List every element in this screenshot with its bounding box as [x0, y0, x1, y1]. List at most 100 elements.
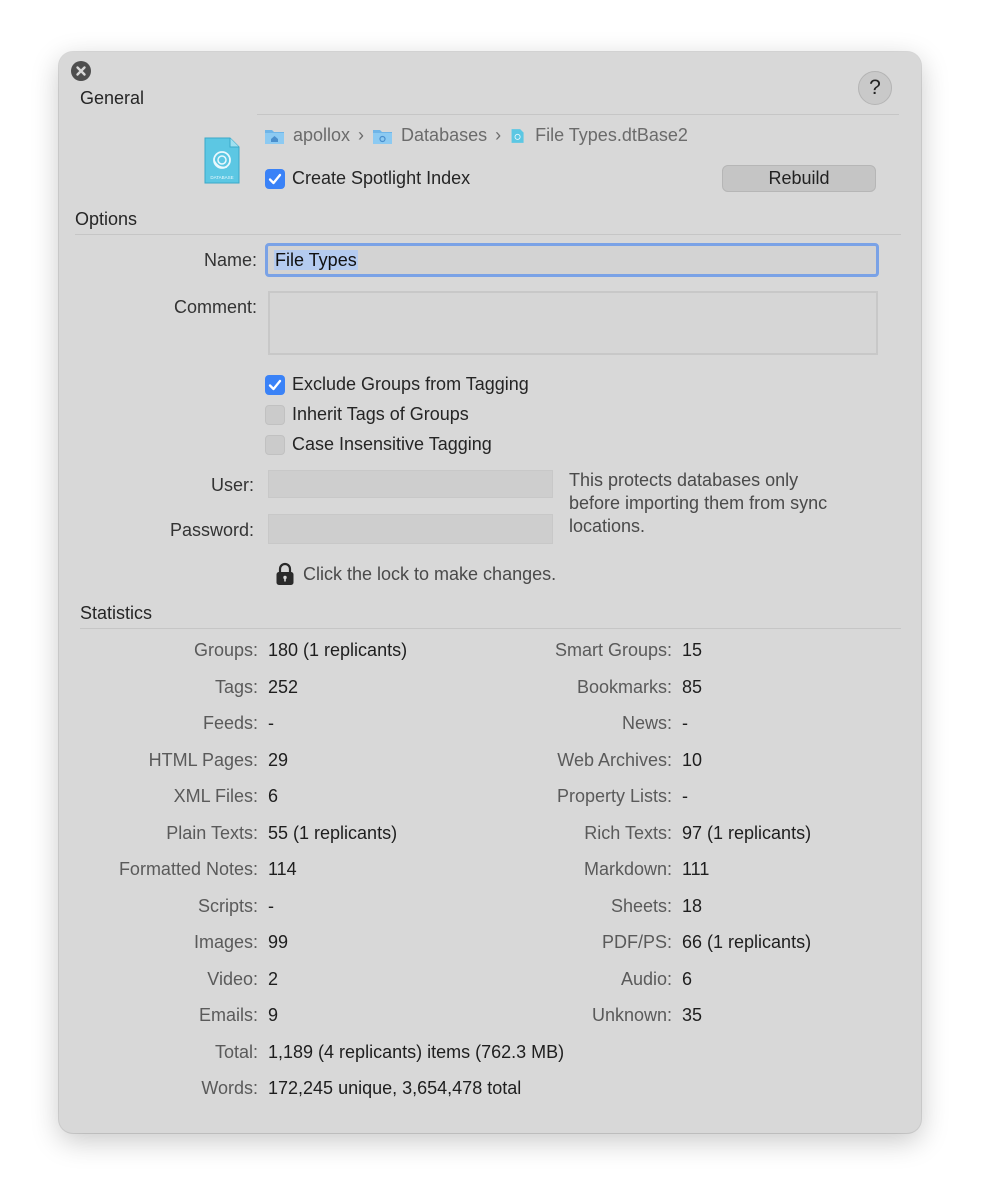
comment-textarea[interactable]: [268, 291, 878, 355]
lock-text: Click the lock to make changes.: [303, 563, 557, 584]
breadcrumb-separator: ›: [495, 125, 502, 145]
stat-label: Sheets:: [610, 895, 672, 916]
stat-value: 66 (1 replicants): [682, 932, 812, 952]
case-insensitive-label: Case Insensitive Tagging: [292, 434, 492, 454]
protect-note: This protects databases only before impo…: [569, 469, 879, 538]
folder-icon: [373, 129, 393, 144]
protect-note-line: locations.: [569, 516, 646, 536]
stat-value: 180 (1 replicants): [268, 640, 408, 660]
close-button[interactable]: [71, 61, 91, 81]
stat-label: Rich Texts:: [584, 822, 672, 843]
stat-value: 99: [268, 932, 289, 952]
stat-value: 2: [268, 968, 279, 989]
stat-value: 15: [682, 640, 703, 660]
section-title-options: Options: [75, 209, 138, 229]
stat-label: HTML Pages:: [148, 749, 258, 770]
protect-note-line: This protects databases only: [569, 470, 799, 490]
stat-value: 35: [682, 1005, 703, 1025]
stat-label: Emails:: [198, 1005, 258, 1025]
section-title-statistics: Statistics: [80, 603, 153, 623]
stat-label: Markdown:: [583, 859, 672, 879]
case-insensitive-checkbox[interactable]: [265, 434, 285, 455]
stat-label: Images:: [193, 932, 258, 952]
general-divider: [257, 114, 899, 115]
inherit-tags-row: Inherit Tags of Groups: [265, 404, 469, 425]
stat-label: Video:: [207, 968, 258, 989]
case-insensitive-row: Case Insensitive Tagging: [265, 434, 492, 455]
lock-row: Click the lock to make changes.: [275, 562, 556, 586]
options-divider: [75, 234, 901, 235]
stat-value: 114: [268, 859, 297, 879]
exclude-groups-row: Exclude Groups from Tagging: [265, 374, 529, 395]
breadcrumb-item-databases[interactable]: Databases: [372, 125, 487, 146]
inherit-tags-checkbox[interactable]: [265, 404, 285, 425]
stat-value: -: [682, 786, 688, 806]
stat-value: 85: [682, 676, 703, 697]
stat-value: -: [268, 895, 274, 916]
password-input[interactable]: [268, 514, 553, 544]
statistics-divider: [80, 628, 901, 629]
stat-label: Scripts:: [197, 895, 258, 916]
stat-value: 6: [268, 786, 279, 806]
breadcrumb-label-home: apollox: [293, 125, 351, 145]
user-input[interactable]: [268, 470, 553, 498]
database-small-icon: [511, 128, 524, 143]
stat-value: -: [268, 713, 274, 733]
file-icon-caption: DATABASE: [210, 175, 233, 180]
stat-label: Plain Texts:: [166, 822, 258, 843]
breadcrumb-item-file[interactable]: File Types.dtBase2: [509, 125, 688, 146]
stat-label: Tags:: [214, 676, 258, 697]
stat-value: 55 (1 replicants): [268, 822, 398, 843]
stat-label: Bookmarks:: [576, 676, 672, 697]
stat-label: Property Lists:: [556, 786, 672, 806]
stat-label: Unknown:: [591, 1005, 672, 1025]
close-icon: [76, 66, 86, 76]
lock-icon[interactable]: [275, 562, 295, 586]
stat-label: PDF/PS:: [601, 932, 672, 952]
stat-value: 6: [682, 968, 693, 989]
stat-value: 9: [268, 1005, 279, 1025]
stat-value: 18: [682, 895, 703, 916]
help-button[interactable]: ?: [858, 71, 892, 105]
stat-value: 29: [268, 749, 289, 770]
name-label: Name:: [203, 250, 257, 270]
stat-label: Words:: [201, 1078, 258, 1098]
stat-value: 252: [268, 676, 299, 697]
user-label: User:: [210, 475, 254, 495]
rebuild-button[interactable]: Rebuild: [722, 165, 876, 192]
breadcrumb-label-file: File Types.dtBase2: [535, 125, 688, 145]
create-spotlight-row: Create Spotlight Index: [265, 168, 470, 189]
stat-label: Web Archives:: [557, 749, 672, 770]
checkmark-icon: [268, 379, 282, 390]
stat-label: Groups:: [193, 640, 258, 660]
database-properties-panel: ? General DATABASE apollox › Databases ›…: [59, 52, 921, 1133]
stat-label: News:: [621, 713, 672, 733]
stat-label: Total:: [214, 1041, 258, 1062]
breadcrumb-label-databases: Databases: [401, 125, 488, 145]
create-spotlight-checkbox[interactable]: [265, 168, 285, 189]
stat-value: 97 (1 replicants): [682, 822, 812, 843]
home-folder-icon: [265, 129, 284, 144]
stat-label: Formatted Notes:: [118, 859, 258, 879]
name-value: File Types: [274, 250, 358, 270]
breadcrumb-separator: ›: [358, 125, 365, 145]
create-spotlight-label: Create Spotlight Index: [292, 168, 471, 188]
stat-value: 172,245 unique, 3,654,478 total: [268, 1078, 522, 1098]
password-label: Password:: [169, 520, 254, 540]
exclude-groups-checkbox[interactable]: [265, 374, 285, 395]
breadcrumb: apollox › Databases › File Types.dtBase2: [264, 125, 688, 146]
stat-value: 111: [682, 859, 710, 879]
checkmark-icon: [268, 173, 282, 184]
breadcrumb-item-home[interactable]: apollox: [264, 125, 350, 146]
section-title-general: General: [80, 88, 145, 108]
database-file-icon: DATABASE: [203, 136, 241, 185]
stat-label: Feeds:: [202, 713, 258, 733]
protect-note-line: before importing them from sync: [569, 493, 828, 513]
inherit-tags-label: Inherit Tags of Groups: [292, 404, 469, 424]
stat-value: -: [682, 713, 688, 733]
stat-label: XML Files:: [173, 786, 258, 806]
comment-label: Comment:: [173, 297, 257, 317]
stat-label: Audio:: [620, 968, 672, 989]
stat-value: 1,189 (4 replicants) items (762.3 MB): [268, 1041, 565, 1062]
name-input[interactable]: File Types: [265, 243, 879, 277]
